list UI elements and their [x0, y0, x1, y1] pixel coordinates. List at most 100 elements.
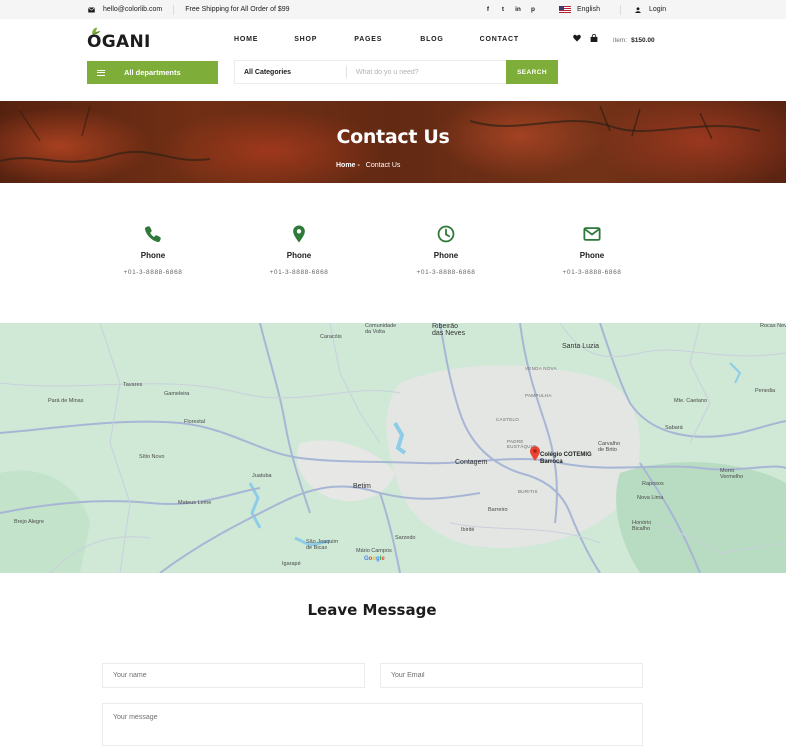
breadcrumb-home[interactable]: Home: [336, 162, 355, 169]
map-label: Ibirité: [461, 527, 475, 533]
map-label: Tavares: [123, 382, 143, 388]
map-label: Mateus Leme: [178, 500, 212, 506]
language-label: English: [577, 6, 600, 13]
contact-info-address: Phone +01-3-8888-6868: [249, 225, 349, 276]
contact-info-hours: Phone +01-3-8888-6868: [396, 225, 496, 276]
map-pin-icon: [293, 225, 305, 243]
contact-info-value: +01-3-8888-6868: [123, 269, 183, 276]
pinterest-icon[interactable]: p: [530, 6, 536, 13]
search-input[interactable]: [347, 61, 506, 83]
message-field[interactable]: [102, 703, 643, 746]
breadcrumb: Home - Contact Us: [336, 162, 400, 169]
map-label: Sítio Novo: [139, 454, 165, 460]
category-select[interactable]: All Categories: [235, 61, 347, 83]
map-label: Rocas Nev: [760, 323, 786, 329]
header-icons: [573, 34, 598, 42]
map-label: Ribeirão das Neves: [432, 323, 466, 337]
linkedin-icon[interactable]: in: [515, 6, 521, 13]
breadcrumb-current: Contact Us: [365, 162, 401, 169]
map-label: Igarapé: [282, 561, 301, 567]
search-bar: All Categories SEARCH: [234, 60, 558, 84]
map-label: Comunidade da Volta: [365, 323, 397, 335]
divider: [619, 4, 621, 15]
map-label: Gameleira: [164, 391, 190, 397]
google-map[interactable]: Ribeirão das Neves Santa Luzia Contagem B…: [0, 323, 786, 573]
map-label: Mário Campos: [356, 548, 392, 554]
map-label: Santa Luzia: [562, 343, 599, 350]
top-bar-left: hello@colorlib.com Free Shipping for All…: [88, 0, 290, 19]
map-label: VENDA NOVA: [525, 366, 557, 371]
map-pin-subtitle: Barroca: [540, 459, 563, 465]
cart-total: item: $150.00: [613, 37, 655, 44]
login-label: Login: [648, 6, 667, 13]
us-flag-icon: [559, 6, 571, 13]
map-label: BURITIS: [518, 489, 538, 494]
nav-shop[interactable]: SHOP: [294, 36, 317, 43]
facebook-icon[interactable]: f: [485, 6, 491, 13]
map-label: Brejo Alegre: [14, 519, 44, 525]
nav-blog[interactable]: BLOG: [420, 36, 443, 43]
divider: [173, 4, 175, 15]
nav-pages[interactable]: PAGES: [354, 36, 382, 43]
menu-icon: [97, 69, 105, 76]
top-bar: hello@colorlib.com Free Shipping for All…: [0, 0, 786, 19]
logo-text: OGANI: [87, 32, 151, 52]
leave-message-title: Leave Message: [307, 601, 437, 619]
map-label: Betim: [353, 483, 371, 490]
top-bar-right: f t in p English Login: [485, 0, 666, 19]
map-label: Sabará: [665, 425, 683, 431]
map-pin-label: Colégio COTEMIG Barroca: [540, 452, 592, 466]
contact-info-value: +01-3-8888-6868: [269, 269, 329, 276]
map-label: CASTELO: [496, 417, 520, 422]
departments-label: All departments: [124, 68, 181, 77]
heart-icon[interactable]: [573, 34, 581, 42]
phone-icon: [144, 226, 161, 243]
search-button[interactable]: SEARCH: [506, 60, 558, 84]
contact-info-value: +01-3-8888-6868: [562, 269, 622, 276]
map-label: São Joaquim de Bicas: [306, 539, 339, 551]
map-canvas: [0, 323, 786, 573]
contact-info-title: Phone: [433, 251, 459, 260]
contact-info-title: Phone: [579, 251, 605, 260]
twitter-icon[interactable]: t: [500, 6, 506, 13]
breadcrumb-separator: -: [357, 162, 360, 169]
map-label: Penedia: [755, 388, 776, 394]
item-label: item:: [613, 37, 628, 44]
nav-contact[interactable]: CONTACT: [480, 36, 519, 43]
map-pin-title: Colégio COTEMIG: [540, 452, 592, 458]
hero-banner: Contact Us Home - Contact Us: [0, 101, 786, 183]
clock-icon: [437, 225, 455, 243]
contact-info-title: Phone: [286, 251, 312, 260]
map-label: Nova Lima: [637, 495, 664, 501]
mail-icon: [583, 227, 601, 241]
map-label: Pará de Minas: [48, 398, 84, 404]
language-selector[interactable]: English: [559, 6, 600, 13]
name-field[interactable]: [102, 663, 365, 688]
map-label: Mte. Caetano: [674, 398, 708, 404]
contact-info-phone: Phone +01-3-8888-6868: [103, 225, 203, 276]
user-icon: [635, 6, 641, 13]
shopping-bag-icon[interactable]: [590, 34, 598, 42]
map-label: Morro Vermelho: [720, 468, 744, 480]
map-label: Honório Bicalho: [632, 520, 652, 532]
map-label: Barreiro: [488, 507, 508, 513]
page-title: Contact Us: [336, 126, 450, 148]
item-price: $150.00: [631, 37, 655, 44]
google-logo: Google: [364, 556, 385, 562]
email-field[interactable]: [380, 663, 643, 688]
map-label: Raposos: [642, 481, 664, 487]
map-label: Juatuba: [252, 473, 272, 479]
main-nav: HOME SHOP PAGES BLOG CONTACT: [234, 36, 519, 43]
shipping-text: Free Shipping for All Order of $99: [185, 6, 290, 13]
contact-info-email: Phone +01-3-8888-6868: [542, 225, 642, 276]
map-label: Florestal: [184, 419, 206, 425]
nav-home[interactable]: HOME: [234, 36, 258, 43]
map-label: PAMPULHA: [525, 393, 552, 398]
login-link[interactable]: Login: [635, 6, 666, 13]
map-label: PADRE EUSTÁQUIO: [507, 439, 537, 449]
map-label: Contagem: [455, 459, 488, 466]
all-departments-button[interactable]: All departments: [87, 61, 218, 84]
map-label: Carvalho de Brito: [598, 441, 621, 453]
top-bar-email[interactable]: hello@colorlib.com: [88, 6, 162, 13]
social-links: f t in p: [485, 6, 536, 13]
